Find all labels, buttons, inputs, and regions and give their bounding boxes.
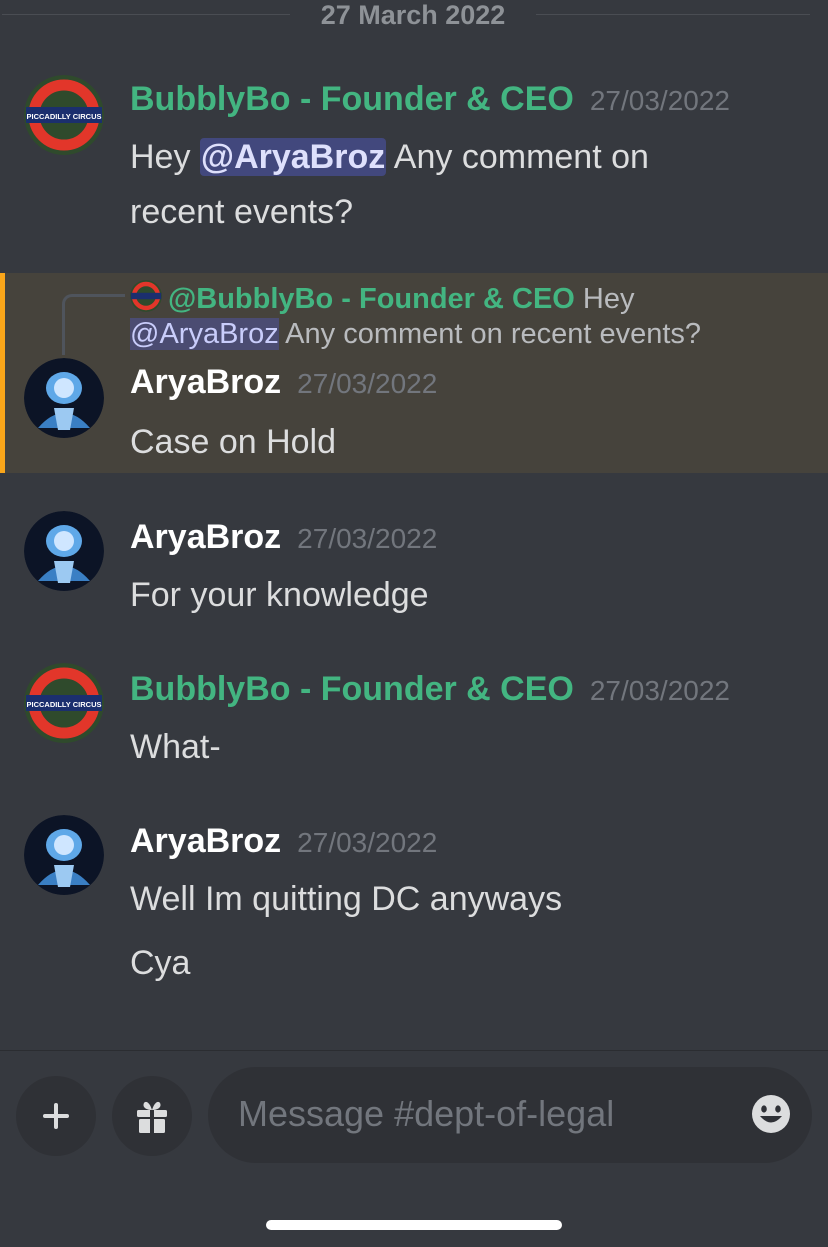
message-input[interactable]: Message #dept-of-legal — [208, 1067, 812, 1163]
author-name[interactable]: AryaBroz — [130, 363, 281, 401]
timestamp: 27/03/2022 — [589, 85, 730, 116]
emoji-button[interactable] — [750, 1093, 792, 1140]
reply-preview[interactable]: @BubblyBo - Founder & CEO Hey @AryaBroz … — [130, 280, 810, 352]
message-header: AryaBroz 27/03/2022 — [130, 363, 437, 402]
author-name[interactable]: BubblyBo - Founder & CEO — [130, 670, 574, 708]
emoji-icon — [752, 1095, 790, 1133]
reply-connector — [62, 294, 125, 355]
plus-icon — [43, 1103, 69, 1129]
gift-icon — [137, 1101, 167, 1133]
avatar-aryabroz[interactable] — [24, 815, 104, 895]
message-text: Hey @AryaBroz Any comment on recent even… — [130, 130, 649, 240]
message-header: BubblyBo - Founder & CEO 27/03/2022 — [130, 80, 730, 119]
reply-text: Any comment on recent events? — [278, 318, 702, 350]
message-aryabroz-2[interactable]: AryaBroz 27/03/2022 For your knowledge — [0, 508, 828, 623]
message-header: AryaBroz 27/03/2022 — [130, 822, 437, 861]
divider-line-left — [2, 14, 290, 15]
text-fragment: Any comment on — [386, 138, 649, 176]
avatar-bubblybo[interactable]: PICCADILLY CIRCUS — [24, 663, 104, 743]
divider-line-right — [536, 14, 810, 15]
date-divider-label: 27 March 2022 — [320, 0, 506, 30]
reply-mention: @AryaBroz — [130, 318, 279, 350]
author-name[interactable]: AryaBroz — [130, 822, 281, 860]
avatar-logo-text: PICCADILLY CIRCUS — [26, 112, 101, 121]
message-text: Cya — [130, 944, 191, 982]
timestamp: 27/03/2022 — [297, 368, 438, 399]
message-bubblybo-2[interactable]: PICCADILLY CIRCUS BubblyBo - Founder & C… — [0, 660, 828, 775]
message-input-placeholder: Message #dept-of-legal — [238, 1093, 615, 1134]
message-bubblybo-1[interactable]: PICCADILLY CIRCUS BubblyBo - Founder & C… — [0, 70, 828, 240]
message-aryabroz-reply[interactable]: AryaBroz 27/03/2022 Case on Hold — [0, 355, 828, 470]
timestamp: 27/03/2022 — [589, 675, 730, 706]
add-attachment-button[interactable] — [16, 1076, 96, 1156]
reply-text: Hey — [574, 283, 635, 315]
gift-button[interactable] — [112, 1076, 192, 1156]
timestamp: 27/03/2022 — [297, 523, 438, 554]
author-name[interactable]: BubblyBo - Founder & CEO — [130, 80, 574, 118]
author-name[interactable]: AryaBroz — [130, 518, 281, 556]
avatar-aryabroz[interactable] — [24, 358, 104, 438]
home-indicator[interactable] — [266, 1220, 562, 1230]
message-header: BubblyBo - Founder & CEO 27/03/2022 — [130, 670, 730, 709]
message-text: Case on Hold — [130, 423, 337, 461]
reply-author[interactable]: @BubblyBo - Founder & CEO — [168, 283, 575, 315]
message-text: Well Im quitting DC anyways — [130, 880, 563, 918]
avatar-logo-text: PICCADILLY CIRCUS — [26, 700, 101, 709]
composer-separator — [0, 1050, 828, 1051]
mention-aryabroz[interactable]: @AryaBroz — [199, 138, 387, 176]
avatar-bubblybo[interactable]: PICCADILLY CIRCUS — [24, 75, 104, 155]
text-fragment: Hey — [130, 138, 200, 176]
message-aryabroz-3[interactable]: AryaBroz 27/03/2022 Well Im quitting DC a… — [0, 812, 828, 1002]
message-text: For your knowledge — [130, 576, 429, 614]
text-fragment: recent events? — [130, 193, 354, 231]
message-header: AryaBroz 27/03/2022 — [130, 518, 437, 557]
date-divider: 27 March 2022 — [0, 0, 828, 30]
avatar-aryabroz[interactable] — [24, 511, 104, 591]
message-text: What- — [130, 728, 221, 766]
reply-avatar — [130, 280, 162, 312]
timestamp: 27/03/2022 — [297, 827, 438, 858]
